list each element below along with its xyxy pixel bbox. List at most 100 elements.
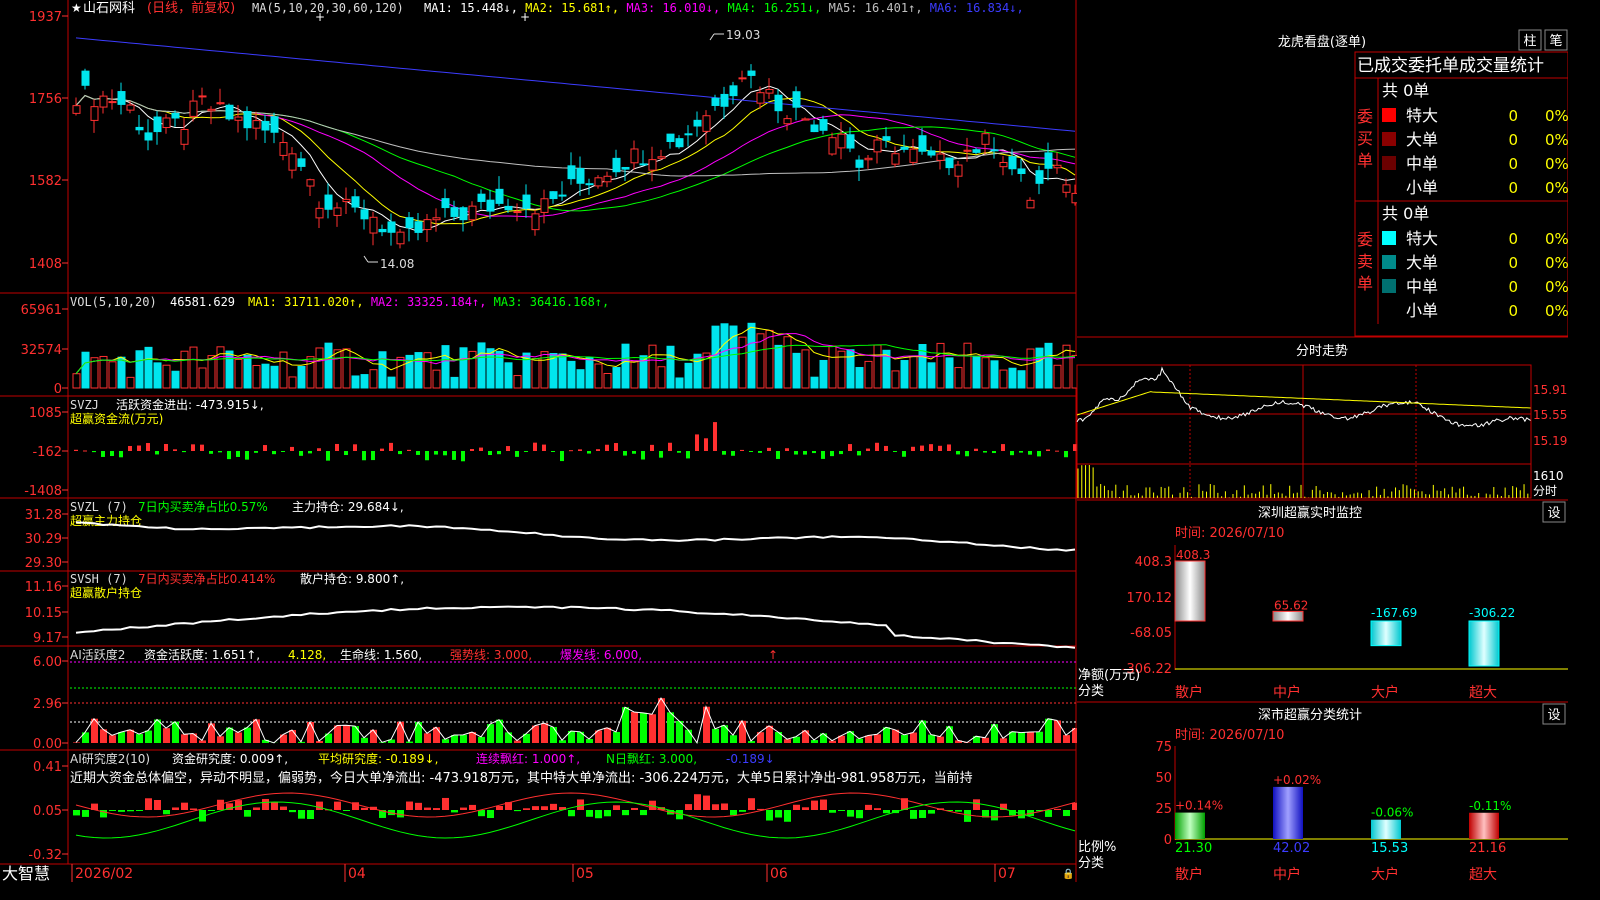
ai-active-panel[interactable]: AI活跃度2 资金活跃度: 1.651↑, 4.128, 生命线: 1.560,…: [33, 647, 1079, 752]
axis-tick-label: 65961: [21, 303, 62, 318]
ma-param-label: MA(5,10,20,30,60,120): [252, 1, 404, 15]
date-label: 07: [998, 866, 1016, 882]
svzj-bar: [578, 449, 582, 451]
candle: [1044, 152, 1053, 169]
volume-bar: [630, 361, 639, 389]
sz-bar-value: -306.22: [1469, 606, 1515, 620]
candle: [405, 217, 414, 229]
candle: [153, 116, 162, 133]
candle: [531, 213, 540, 231]
sz-bar-value: -167.69: [1371, 606, 1417, 620]
ai-research-bar: [820, 799, 827, 810]
volume-panel[interactable]: VOL(5,10,20) 46581.629 MA1: 31711.020↑, …: [21, 295, 1080, 397]
svzj-bar: [974, 448, 978, 451]
svsh-title: SVSH (7): [70, 572, 128, 586]
ai-research-bar: [280, 806, 287, 810]
candle: [477, 193, 486, 202]
svzl-panel[interactable]: SVZL (7) 7日内买卖净占比0.57% 主力持仓: 29.684↓, 超赢…: [25, 499, 1076, 571]
svzj-bar: [938, 445, 942, 451]
ai-research-bar: [73, 810, 80, 816]
price-panel[interactable]: ★ 山石网科 (日线，前复权) MA(5,10,20,30,60,120) MA…: [29, 0, 1080, 272]
candle: [657, 156, 666, 159]
volume-bar: [801, 349, 810, 389]
svzj-bar: [659, 451, 663, 458]
ai-active-bar: [910, 732, 917, 743]
svzj-bar: [155, 451, 159, 455]
volume-bar: [567, 360, 576, 389]
candle: [72, 105, 81, 114]
ai-research-bar: [361, 807, 368, 810]
volume-bar: [1026, 348, 1035, 389]
right-panel: 龙虎看盘(逐单) 柱 笔 已成交委托单成交量统计 委买单 委卖单 共 0单 共 …: [1076, 0, 1568, 882]
ai-research-bar: [190, 808, 197, 810]
volume-bar: [864, 360, 873, 389]
svzj-bar: [866, 448, 870, 451]
svzj-bar: [335, 443, 339, 451]
svzj-bar: [929, 444, 933, 451]
svzj-bar: [587, 451, 591, 454]
ai-research-bar: [118, 810, 125, 812]
candle: [819, 119, 828, 131]
svzj-bar: [785, 448, 789, 451]
vol-value: 46581.629: [170, 295, 235, 309]
volume-bar: [477, 342, 486, 389]
candle: [900, 146, 909, 150]
candle: [1053, 164, 1062, 169]
moving-average-lines: [75, 37, 1076, 232]
axis-tick-label: 0: [54, 382, 62, 397]
candle: [108, 101, 117, 104]
ai-research-bar: [469, 804, 476, 810]
cls-settings-label: 设: [1547, 708, 1560, 723]
svzj-bar: [947, 444, 951, 451]
candle: [1035, 170, 1044, 184]
axis-tick-label: 30.29: [25, 532, 62, 547]
ai-research-bar: [298, 810, 305, 819]
ai-research-bar: [577, 799, 584, 810]
vol-ma-values: MA1: 31711.020↑, MA2: 33325.184↑, MA3: 3…: [248, 295, 609, 309]
candle: [828, 137, 837, 155]
ai-active-bar: [1000, 738, 1007, 743]
ai-active-bar: [874, 734, 881, 743]
order-count: 0: [1508, 278, 1518, 296]
volume-bar: [135, 350, 144, 389]
svzj-bar: [425, 451, 429, 461]
svzj-bar: [353, 444, 357, 451]
candle: [558, 194, 567, 197]
svzl-line: [75, 521, 1076, 552]
ai-active-title: AI活跃度2: [70, 647, 125, 662]
candle: [441, 198, 450, 209]
candle: [1026, 199, 1035, 209]
ai-research-bar: [253, 807, 260, 810]
volume-bar: [1035, 347, 1044, 389]
svzj-bar: [848, 444, 852, 451]
candle: [612, 157, 621, 173]
volume-bar: [666, 345, 675, 389]
cls-change: +0.02%: [1273, 773, 1321, 787]
order-pct: 0%: [1545, 230, 1568, 248]
ai-active-bar: [856, 738, 863, 743]
volume-bar: [945, 357, 954, 389]
svzj-bar: [164, 443, 168, 451]
sz-time: 时间: 2026/07/10: [1175, 526, 1284, 541]
legend-swatch: [1382, 279, 1396, 293]
ai-research-bar: [910, 810, 917, 819]
svzj-bar: [596, 449, 600, 451]
volume-bar: [279, 351, 288, 389]
ai-research-e: -0.189↓: [726, 752, 775, 766]
svzj-bar: [902, 451, 906, 457]
candle: [792, 91, 801, 108]
ai-active-bar: [217, 736, 224, 743]
axis-tick-label: 2.96: [33, 697, 62, 712]
svsh-panel[interactable]: SVSH (7) 7日内买卖净占比0.414% 散户持仓: 9.800↑, 超赢…: [25, 571, 1076, 649]
svzj-bar: [875, 442, 879, 451]
ai-research-panel[interactable]: AI研究度2(10) 资金研究度: 0.009↑, 平均研究度: -0.189↓…: [28, 751, 1079, 863]
volume-bar: [972, 355, 981, 389]
svzj-bar: [524, 451, 528, 452]
candle: [504, 205, 513, 211]
ai-active-bar: [712, 728, 719, 743]
ai-active-bar: [775, 731, 782, 743]
svzj-panel[interactable]: SVZJ 活跃资金进出: -473.915↓, 超赢资金流(万元) 1085 -1…: [24, 397, 1077, 499]
candle: [342, 198, 351, 203]
vol-ma-value: MA1: 31711.020↑,: [248, 295, 371, 309]
ai-research-bar: [766, 810, 773, 821]
